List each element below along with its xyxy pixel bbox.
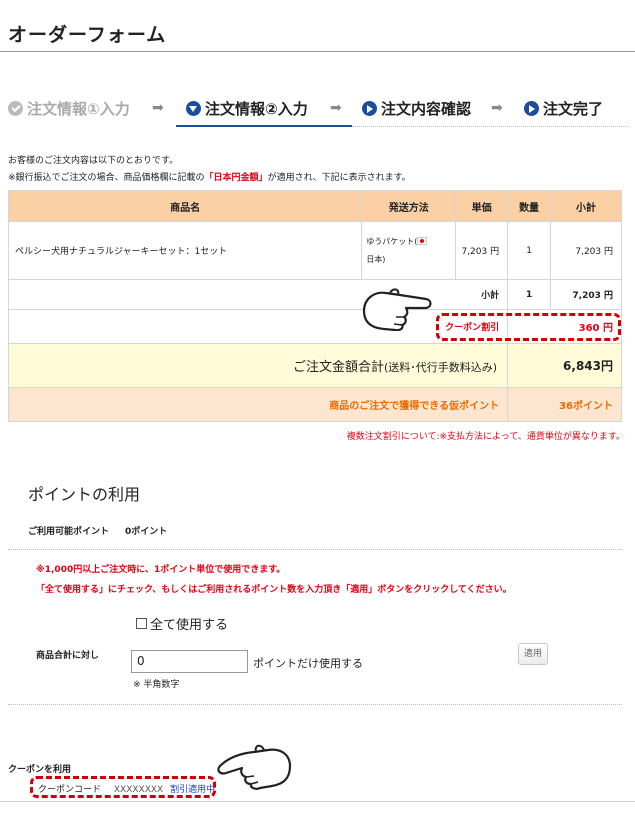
step-3-label: 注文内容確認 (381, 100, 472, 118)
provisional-points-row: 商品のご注文で獲得できる仮ポイント 36ポイント (7, 387, 622, 422)
order-total-row: ご注文金額合計(送料･代行手数料込み) 6,843円 (7, 343, 622, 388)
order-steps: 注文情報①入力 ➡ 注文情報②入力 ➡ 注文内容確認 ➡ 注文完了 (8, 98, 628, 127)
page-title: オーダーフォーム (8, 24, 167, 46)
checkbox-box[interactable] (136, 618, 147, 629)
line-subtotal: 7,203 円 (550, 221, 622, 280)
order-table: 商品名 発送方法 単価 数量 小計 ペルシー犬用ナチュラルジャーキーセット：1セ… (7, 190, 622, 422)
table-header-row: 商品名 発送方法 単価 数量 小計 (7, 190, 622, 222)
subtotal-qty: 1 (507, 279, 552, 310)
against-subtotal-label: 商品合計に対し (36, 651, 100, 661)
header-unit-price: 単価 (455, 190, 509, 222)
step-4-label: 注文完了 (543, 100, 604, 118)
coupon-section-title: クーポンを利用 (8, 765, 72, 775)
header-subtotal: 小計 (550, 190, 622, 222)
provisional-points-label: 商品のご注文で獲得できる仮ポイント (7, 387, 509, 422)
points-rule-2: 「全て使用する」にチェック、もしくはご利用されるポイント数を入力頂き「適用」ボタ… (36, 585, 512, 595)
subtotal-label: 小計 (7, 279, 509, 310)
shipping-method: ゆうパケット(日本) (361, 221, 457, 280)
order-intro-note: お客様のご注文内容は以下のとおりです。 (8, 156, 179, 166)
header-shipping: 発送方法 (361, 190, 457, 222)
step-2-label: 注文情報②入力 (205, 100, 308, 118)
quantity: 1 (507, 221, 552, 280)
arrow-right-icon: ➡ (491, 100, 503, 116)
pointing-hand-icon (362, 288, 432, 331)
title-divider (0, 51, 635, 52)
play-circle-icon (524, 101, 539, 116)
currency-note: 複数注文割引について:※支払方法によって、通貨単位が異なります。 (346, 432, 625, 442)
check-circle-icon (8, 101, 23, 116)
steps-dotted-line (352, 126, 628, 127)
arrow-right-icon: ➡ (152, 100, 164, 116)
current-step-underline (176, 125, 352, 127)
coupon-discount-label: クーポン割引 (7, 309, 509, 344)
bank-transfer-note: ※銀行振込でご注文の場合、商品価格欄に記載の「日本円金額」が適用され、下記に表示… (8, 173, 411, 183)
unit-price: 7,203 円 (455, 221, 509, 280)
points-rule-1: ※1,000円以上ご注文時に、1ポイント単位で使用できます。 (36, 565, 286, 575)
step-4: 注文完了 (524, 98, 603, 119)
step-2: 注文情報②入力 (186, 98, 308, 119)
step-3: 注文内容確認 (362, 98, 471, 119)
header-qty: 数量 (507, 190, 552, 222)
coupon-divider (8, 704, 622, 705)
use-all-points-checkbox[interactable]: 全て使用する (136, 614, 228, 633)
order-total-value: 6,843円 (507, 343, 622, 388)
order-total-label: ご注文金額合計(送料･代行手数料込み) (7, 343, 509, 388)
bottom-divider (0, 801, 635, 802)
table-row: ペルシー犬用ナチュラルジャーキーセット：1セット ゆうパケット(日本) 7,20… (7, 221, 622, 280)
arrow-right-icon: ➡ (330, 100, 342, 116)
points-input-suffix: ポイントだけ使用する (253, 657, 363, 670)
pointing-hand-icon (217, 744, 292, 790)
points-divider (8, 549, 622, 550)
play-down-circle-icon (186, 101, 201, 116)
item-name: ペルシー犬用ナチュラルジャーキーセット：1セット (7, 221, 363, 280)
japan-flag-icon (417, 237, 428, 245)
provisional-points-value: 36ポイント (507, 387, 622, 422)
apply-points-button[interactable]: 適用 (518, 643, 548, 665)
coupon-code-highlight (30, 776, 216, 798)
subtotal-value: 7,203 円 (550, 279, 622, 310)
play-circle-icon (362, 101, 377, 116)
step-1: 注文情報①入力 (8, 98, 130, 119)
use-all-label: 全て使用する (150, 618, 229, 633)
available-points: ご利用可能ポイント 0ポイント (28, 527, 168, 537)
half-width-note: ※ 半角数字 (133, 680, 180, 690)
points-input[interactable]: 0 (131, 650, 248, 673)
points-section-title: ポイントの利用 (28, 485, 141, 504)
coupon-discount-highlight (436, 313, 621, 341)
header-item: 商品名 (7, 190, 363, 222)
subtotal-row: 小計 1 7,203 円 (7, 279, 622, 310)
step-1-label: 注文情報①入力 (27, 100, 130, 118)
